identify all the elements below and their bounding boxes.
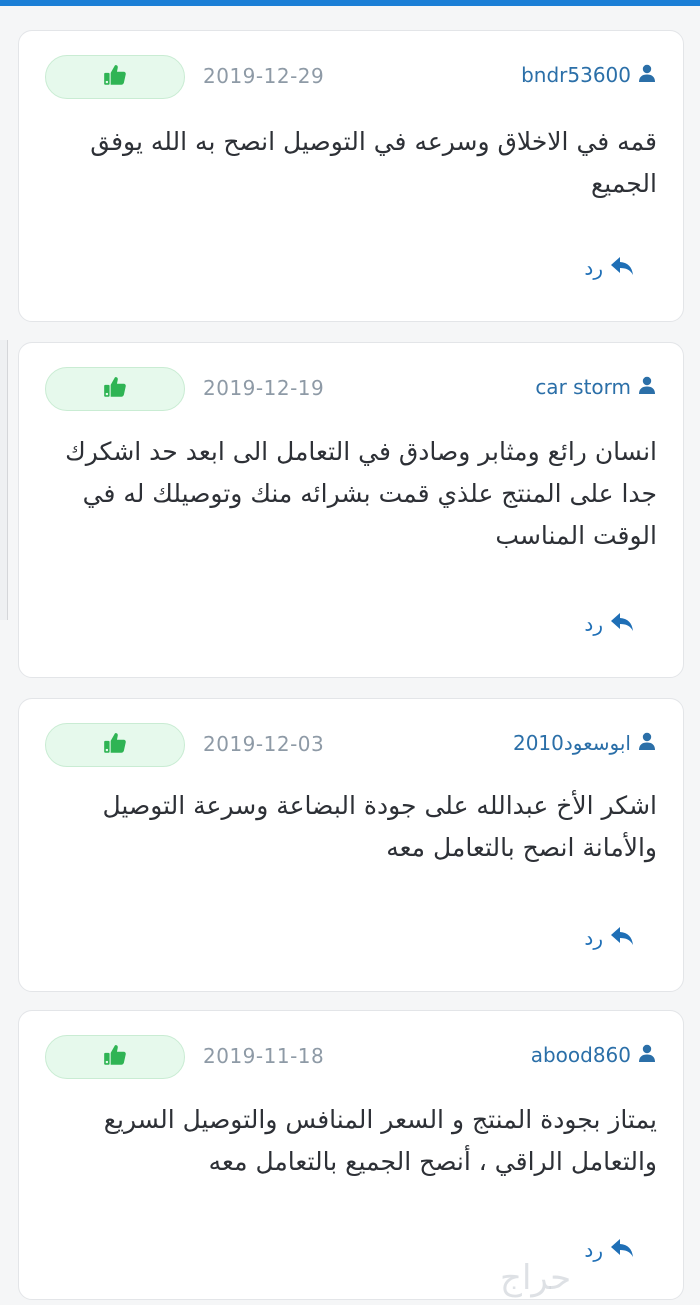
reply-label: رد [584,612,603,636]
review-header: 2019-11-18 abood860 [19,1035,683,1081]
review-header: 2019-12-03 ابوسعود2010 [19,723,683,769]
reply-label: رد [584,1238,603,1262]
reply-arrow-icon [609,925,635,951]
like-button[interactable] [45,367,185,411]
user-icon [637,63,657,87]
username[interactable]: ابوسعود2010 [513,731,631,755]
like-button[interactable] [45,1035,185,1079]
user-icon [637,1043,657,1067]
username[interactable]: bndr53600 [521,63,631,87]
top-accent-bar [0,0,700,6]
watermark: حراج [500,1258,572,1298]
user-icon [637,731,657,755]
reply-button[interactable]: رد [584,1237,635,1263]
user-icon [637,375,657,399]
like-button[interactable] [45,723,185,767]
review-text: يمتاز بجودة المنتج و السعر المنافس والتو… [103,1105,657,1176]
review-date: 2019-12-29 [203,64,325,88]
review-author[interactable]: abood860 [531,1043,657,1067]
review-date: 2019-12-19 [203,376,325,400]
review-card: 2019-12-03 ابوسعود2010 اشكر الأخ عبدالله… [18,698,684,992]
reply-button[interactable]: رد [584,925,635,951]
review-author[interactable]: bndr53600 [521,63,657,87]
thumbs-up-icon [102,1042,128,1072]
review-author[interactable]: ابوسعود2010 [513,731,657,755]
thumbs-up-icon [102,374,128,404]
username[interactable]: abood860 [531,1043,631,1067]
reply-label: رد [584,256,603,280]
username[interactable]: car storm [535,375,631,399]
reply-label: رد [584,926,603,950]
like-button[interactable] [45,55,185,99]
thumbs-up-icon [102,62,128,92]
review-author[interactable]: car storm [535,375,657,399]
review-card: 2019-12-29 bndr53600 قمه في الاخلاق وسرع… [18,30,684,322]
review-text: انسان رائع ومثابر وصادق في التعامل الى ا… [65,437,657,550]
review-text: قمه في الاخلاق وسرعه في التوصيل انصح به … [90,127,657,198]
review-card: 2019-12-19 car storm انسان رائع ومثابر و… [18,342,684,678]
reply-button[interactable]: رد [584,611,635,637]
review-text: اشكر الأخ عبدالله على جودة البضاعة وسرعة… [102,791,657,862]
thumbs-up-icon [102,730,128,760]
reply-button[interactable]: رد [584,255,635,281]
reply-arrow-icon [609,1237,635,1263]
review-date: 2019-12-03 [203,732,325,756]
side-panel-edge [0,340,8,620]
review-date: 2019-11-18 [203,1044,325,1068]
review-header: 2019-12-29 bndr53600 [19,55,683,101]
reply-arrow-icon [609,255,635,281]
review-header: 2019-12-19 car storm [19,367,683,413]
reply-arrow-icon [609,611,635,637]
review-card: 2019-11-18 abood860 يمتاز بجودة المنتج و… [18,1010,684,1300]
